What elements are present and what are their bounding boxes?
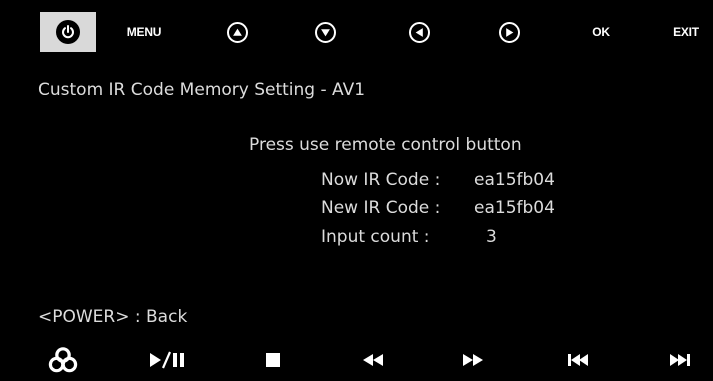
next-track-icon	[670, 354, 690, 366]
ok-label: OK	[592, 25, 610, 39]
input-count-label: Input count :	[321, 227, 430, 247]
previous-track-icon	[568, 354, 588, 366]
back-hint: <POWER> : Back	[38, 307, 188, 327]
source-icon	[48, 347, 78, 373]
top-control-bar: MENU OK EXIT	[0, 0, 713, 68]
new-ir-code-value: ea15fb04	[474, 198, 555, 218]
menu-label: MENU	[126, 25, 162, 39]
now-ir-code-value: ea15fb04	[474, 170, 555, 190]
up-arrow-circle-icon	[226, 21, 248, 43]
exit-label: EXIT	[673, 25, 699, 39]
play-pause-button[interactable]	[146, 344, 194, 376]
fast-forward-icon	[463, 354, 483, 366]
stop-button[interactable]	[249, 344, 297, 376]
menu-button[interactable]: MENU	[119, 12, 169, 52]
fast-forward-button[interactable]	[449, 344, 497, 376]
bottom-control-bar	[0, 338, 713, 381]
source-button[interactable]	[39, 344, 87, 376]
power-icon	[56, 20, 80, 44]
stop-icon	[266, 353, 280, 367]
new-ir-code-label: New IR Code :	[321, 198, 441, 218]
left-arrow-circle-icon	[408, 21, 430, 43]
down-button[interactable]	[305, 12, 345, 52]
exit-button[interactable]: EXIT	[666, 12, 706, 52]
ok-button[interactable]: OK	[583, 12, 619, 52]
play-pause-icon	[150, 351, 184, 369]
previous-track-button[interactable]	[554, 344, 602, 376]
down-arrow-circle-icon	[314, 21, 336, 43]
screen-title: Custom IR Code Memory Setting - AV1	[38, 80, 366, 100]
left-button[interactable]	[399, 12, 439, 52]
rewind-button[interactable]	[349, 344, 397, 376]
power-button[interactable]	[40, 12, 96, 52]
rewind-icon	[363, 354, 383, 366]
input-count-value: 3	[486, 227, 497, 247]
up-button[interactable]	[217, 12, 257, 52]
now-ir-code-label: Now IR Code :	[321, 170, 441, 190]
right-button[interactable]	[489, 12, 529, 52]
right-arrow-circle-icon	[498, 21, 520, 43]
next-track-button[interactable]	[656, 344, 704, 376]
instruction-text: Press use remote control button	[249, 135, 522, 155]
